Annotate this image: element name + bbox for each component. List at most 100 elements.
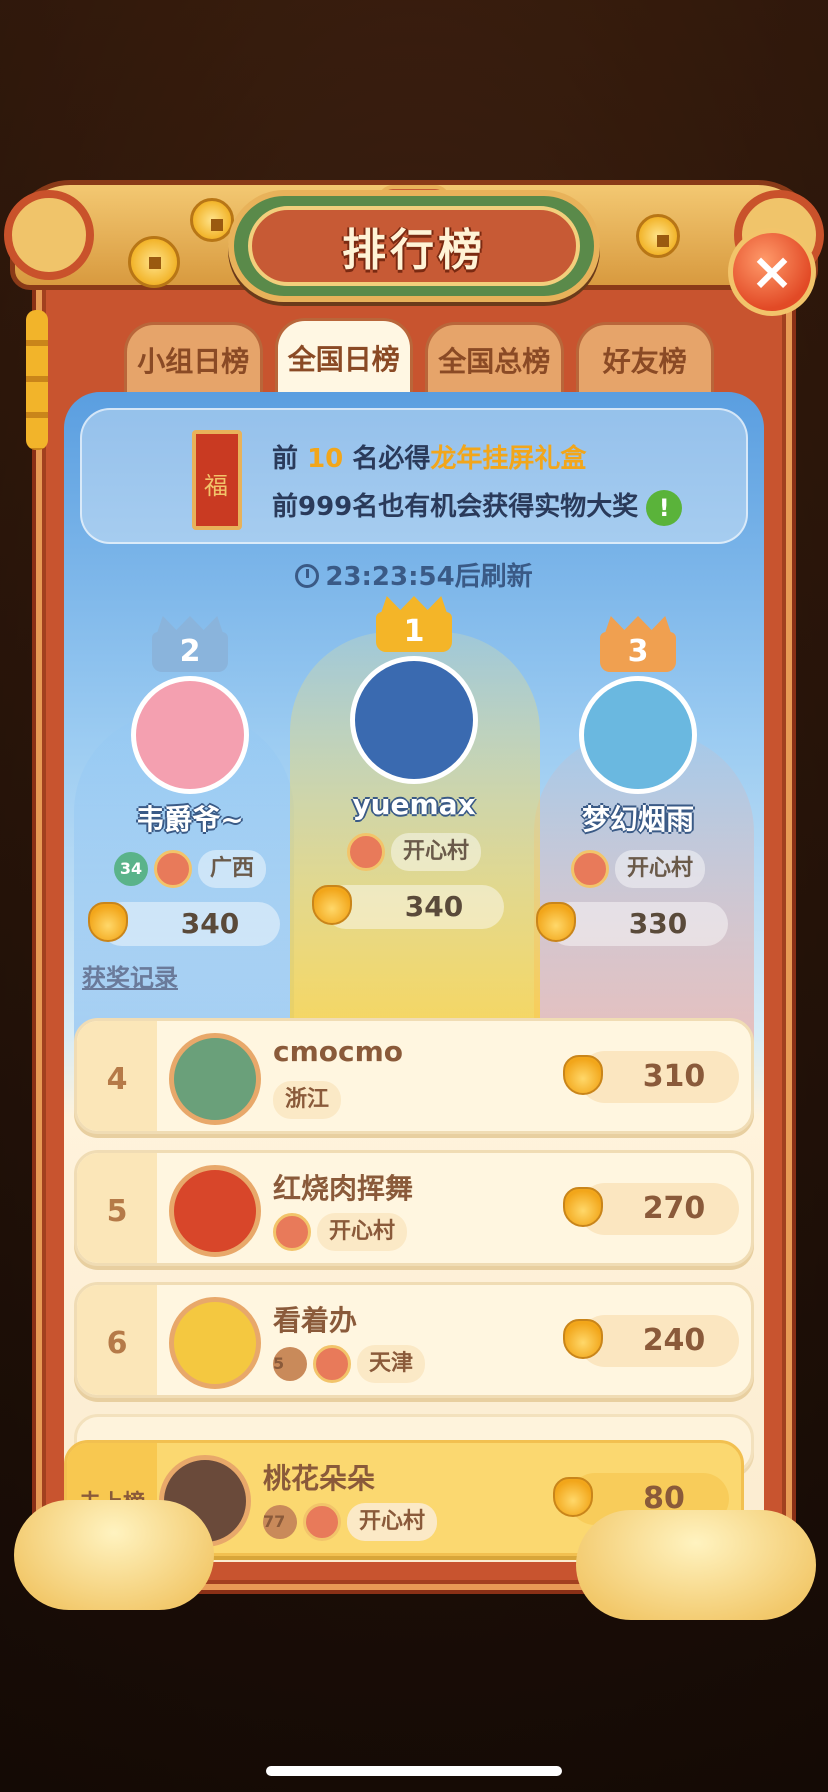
leaderboard-content: 前 10 名必得龙年挂屏礼盒 前999名也有机会获得实物大奖! 23:23:54…: [64, 392, 764, 1562]
player-meta: 34 广西: [90, 850, 290, 888]
close-button[interactable]: ×: [728, 228, 816, 316]
money-bag-icon: [536, 902, 576, 942]
podium-rank: 2: [152, 632, 228, 672]
region-label: 天津: [357, 1345, 426, 1383]
player-name: cmocmo: [273, 1035, 404, 1068]
score-value: 340: [180, 907, 240, 940]
score-value: 240: [642, 1323, 706, 1358]
avatar: [350, 656, 478, 784]
podium-rank: 1: [376, 612, 452, 652]
village-icon: [303, 1503, 341, 1541]
crown-icon: 3: [600, 618, 676, 672]
podium-rank: 3: [600, 632, 676, 672]
player-name: yuemax: [352, 788, 476, 821]
player-name: 桃花朵朵: [263, 1462, 376, 1495]
village-icon: [273, 1213, 311, 1251]
avatar: [169, 1165, 261, 1257]
player-name: 韦爵爷~: [136, 803, 244, 836]
region-label: 广西: [197, 850, 266, 888]
coin-icon: [128, 236, 180, 288]
prize-banner: 前 10 名必得龙年挂屏礼盒 前999名也有机会获得实物大奖!: [80, 408, 748, 544]
banner-mid: 名必得: [352, 444, 431, 474]
player-name: 看着办: [273, 1304, 358, 1337]
rank-number: 6: [77, 1285, 157, 1395]
score-value: 330: [628, 907, 688, 940]
score-pill: 310: [563, 1051, 739, 1103]
score-value: 310: [642, 1059, 706, 1094]
banner-top-n: 10: [307, 444, 344, 474]
page-title: 排行榜: [342, 225, 486, 276]
score-pill: 270: [563, 1183, 739, 1235]
player-name: 红烧肉挥舞: [273, 1172, 414, 1205]
scroll-ornament-left: [4, 190, 94, 280]
banner-line2-text: 前999名也有机会获得实物大奖: [272, 492, 639, 522]
player-meta: 浙江: [273, 1081, 342, 1119]
region-label: 开心村: [390, 833, 481, 871]
title-inner: 排行榜: [248, 206, 580, 286]
money-bag-icon: [563, 1187, 603, 1227]
score-value: 270: [642, 1191, 706, 1226]
player-meta: 开心村: [273, 1213, 408, 1251]
table-row[interactable]: 6 看着办 5 天津 240: [74, 1282, 754, 1398]
money-bag-icon: [553, 1477, 593, 1517]
village-icon: [153, 850, 192, 888]
info-icon[interactable]: !: [646, 489, 683, 526]
village-icon: [570, 850, 609, 888]
score-pill: 340: [88, 902, 280, 946]
money-bag-icon: [563, 1319, 603, 1359]
money-bag-icon: [88, 902, 128, 942]
level-badge: 5: [273, 1347, 307, 1381]
banner-line-1: 前 10 名必得龙年挂屏礼盒: [272, 438, 586, 475]
avatar: [131, 676, 249, 794]
coin-icon: [636, 214, 680, 258]
player-meta: 5 天津: [273, 1345, 426, 1383]
village-icon: [313, 1345, 351, 1383]
close-icon: ×: [750, 242, 794, 302]
level-badge: 34: [113, 852, 148, 886]
home-indicator[interactable]: [266, 1766, 562, 1776]
refresh-countdown: 23:23:54后刷新: [64, 556, 764, 593]
tab-friends[interactable]: 好友榜: [575, 322, 714, 394]
village-icon: [346, 833, 385, 871]
avatar: [169, 1033, 261, 1125]
level-badge: 77: [263, 1505, 297, 1539]
coin-tassel: [26, 310, 48, 450]
region-label: 开心村: [347, 1503, 438, 1541]
podium-second[interactable]: 2 韦爵爷~ 34 广西 340: [88, 618, 290, 946]
podium-third[interactable]: 3 梦幻烟雨 开心村 330: [536, 618, 738, 946]
podium-first[interactable]: 1 yuemax 开心村 340: [312, 598, 514, 929]
player-meta: 开心村: [538, 850, 738, 888]
banner-prefix: 前: [272, 444, 299, 474]
player-name: 梦幻烟雨: [581, 803, 694, 836]
crown-icon: 1: [376, 598, 452, 652]
score-value: 340: [404, 890, 464, 923]
refresh-text: 23:23:54后刷新: [325, 562, 533, 592]
title-plaque: 排行榜: [228, 190, 600, 302]
tab-national-daily[interactable]: 全国日榜: [274, 318, 413, 394]
cloud-decoration: [576, 1510, 816, 1620]
region-label: 浙江: [273, 1081, 342, 1119]
award-history-link[interactable]: 获奖记录: [82, 958, 178, 993]
player-meta: 开心村: [314, 833, 514, 871]
table-row[interactable]: 4 cmocmo 浙江 310: [74, 1018, 754, 1134]
coin-icon: [190, 198, 234, 242]
avatar: [169, 1297, 261, 1389]
scroll-icon: [192, 430, 242, 530]
player-meta: 77 开心村: [263, 1503, 438, 1541]
score-pill: 240: [563, 1315, 739, 1367]
tab-bar: 小组日榜 全国日榜 全国总榜 好友榜: [124, 318, 714, 394]
avatar: [579, 676, 697, 794]
banner-line-2: 前999名也有机会获得实物大奖!: [272, 486, 683, 526]
table-row[interactable]: 5 红烧肉挥舞 开心村 270: [74, 1150, 754, 1266]
rank-number: 4: [77, 1021, 157, 1131]
rank-number: 5: [77, 1153, 157, 1263]
clock-icon: [295, 564, 320, 588]
region-label: 开心村: [317, 1213, 408, 1251]
tab-group-daily[interactable]: 小组日榜: [124, 322, 263, 394]
money-bag-icon: [312, 885, 352, 925]
tab-national-total[interactable]: 全国总榜: [425, 322, 564, 394]
score-pill: 340: [312, 885, 504, 929]
score-pill: 330: [536, 902, 728, 946]
cloud-decoration: [14, 1500, 214, 1610]
banner-prize: 龙年挂屏礼盒: [430, 444, 587, 474]
